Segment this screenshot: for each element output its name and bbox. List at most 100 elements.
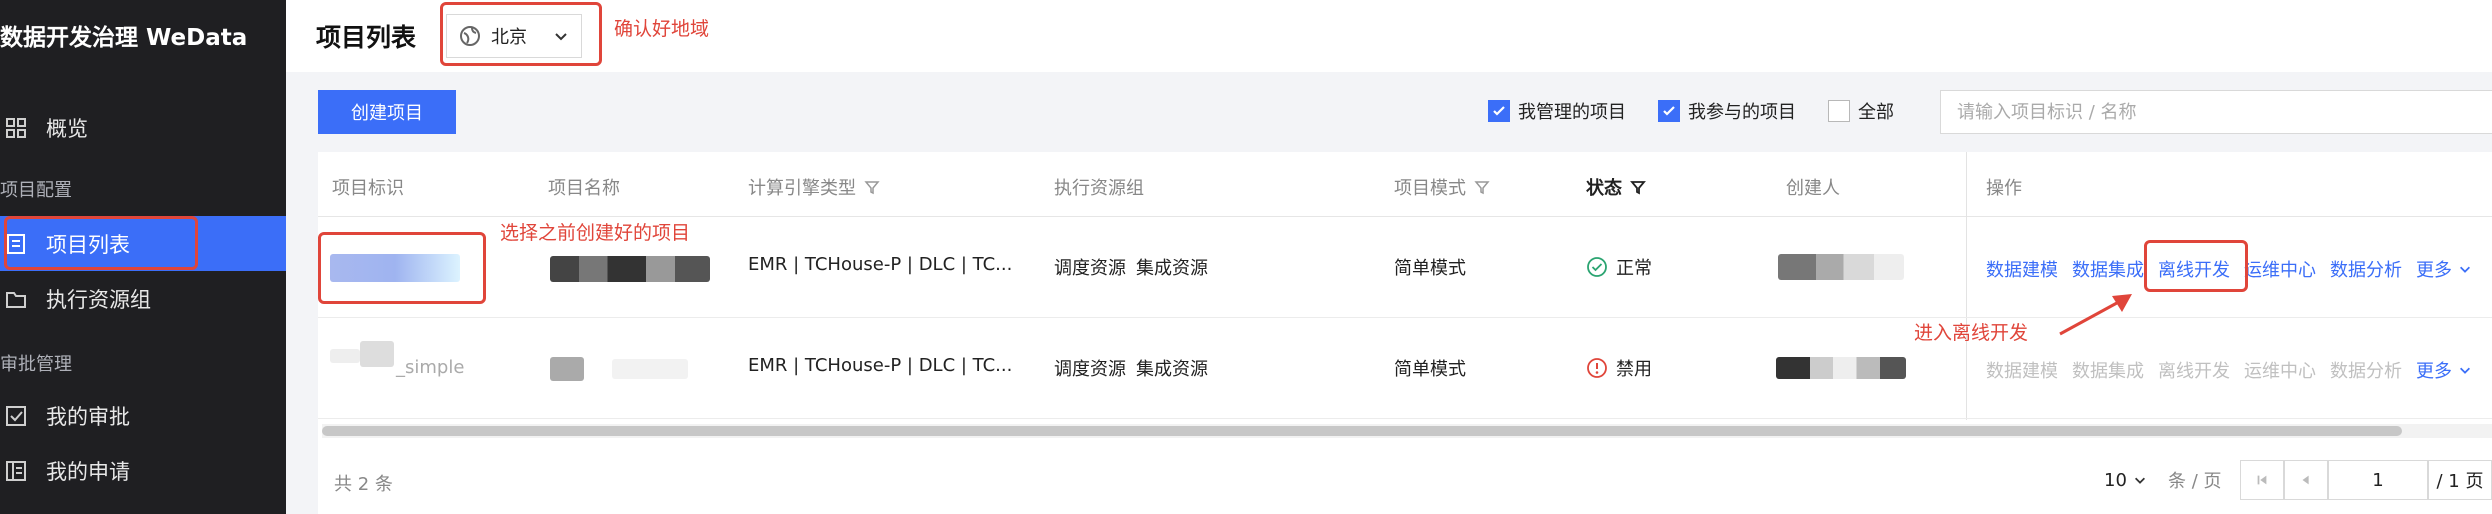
action-data-analysis[interactable]: 数据分析 xyxy=(2330,256,2402,282)
checkbox-unchecked-icon xyxy=(1828,100,1850,122)
col-project-id: 项目标识 xyxy=(332,178,404,199)
sidebar-item-my-request[interactable]: 我的申请 xyxy=(0,443,286,498)
col-status[interactable]: 状态 xyxy=(1586,174,1646,200)
page-number-input[interactable] xyxy=(2328,460,2428,500)
check-circle-icon xyxy=(1586,256,1608,278)
horizontal-scrollbar[interactable] xyxy=(322,426,2402,436)
action-data-integration[interactable]: 数据集成 xyxy=(2072,256,2144,282)
col-engine-type-label: 计算引擎类型 xyxy=(748,178,856,199)
resource-group: 调度资源 集成资源 xyxy=(1054,355,1208,381)
action-ops-center: 运维中心 xyxy=(2244,361,2316,382)
sidebar-item-label: 我的审批 xyxy=(46,404,130,429)
resource-tag: 调度资源 xyxy=(1054,359,1126,380)
project-table: 项目标识 项目名称 计算引擎类型 执行资源组 项目模式 状态 创建人 操作 EM… xyxy=(318,152,2492,514)
chevron-down-icon xyxy=(2458,363,2472,377)
page-size-unit: 条 / 页 xyxy=(2168,471,2222,492)
creator-redacted xyxy=(1776,357,1906,379)
app-title: 数据开发治理 WeData xyxy=(0,25,248,51)
action-more-label: 更多 xyxy=(2416,361,2452,382)
creator-redacted xyxy=(1778,254,1904,280)
resource-tag: 调度资源 xyxy=(1054,258,1126,279)
sidebar-item-label: 执行资源组 xyxy=(46,287,151,312)
annotation-box-project xyxy=(318,232,486,304)
filter-label: 全部 xyxy=(1858,102,1894,123)
status-badge: 正常 xyxy=(1586,254,1652,280)
engine-type: EMR | TCHouse-P | DLC | TC... xyxy=(748,254,1013,275)
first-page-icon xyxy=(2255,473,2269,487)
annotation-box-region xyxy=(440,2,602,66)
col-engine-type[interactable]: 计算引擎类型 xyxy=(748,174,880,200)
filter-icon[interactable] xyxy=(1630,179,1646,195)
table-header: 项目标识 项目名称 计算引擎类型 执行资源组 项目模式 状态 创建人 操作 xyxy=(318,152,2492,217)
filter-all-checkbox[interactable]: 全部 xyxy=(1828,98,1894,124)
action-more-label: 更多 xyxy=(2416,260,2452,281)
col-status-label: 状态 xyxy=(1586,178,1622,199)
total-count: 共 2 条 xyxy=(334,474,393,495)
filter-icon[interactable] xyxy=(864,179,880,195)
resource-tag: 集成资源 xyxy=(1136,359,1208,380)
col-creator: 创建人 xyxy=(1786,178,1840,199)
project-id-redacted xyxy=(330,349,360,363)
project-name-redacted xyxy=(550,357,584,381)
table-row: _simple EMR | TCHouse-P | DLC | TC... 调度… xyxy=(318,319,2492,419)
sidebar-item-my-approval[interactable]: 我的审批 xyxy=(0,388,286,443)
status-text: 禁用 xyxy=(1616,359,1652,380)
action-offline-development: 离线开发 xyxy=(2158,361,2230,382)
col-project-mode-label: 项目模式 xyxy=(1394,178,1466,199)
page-size-select[interactable]: 10 xyxy=(2104,460,2147,500)
nav-section-approval: 审批管理 xyxy=(0,354,72,375)
nav-section-project-config: 项目配置 xyxy=(0,180,72,201)
action-ops-center[interactable]: 运维中心 xyxy=(2244,256,2316,282)
annotation-box-project-list xyxy=(4,216,198,270)
chevron-down-icon xyxy=(2133,473,2147,487)
action-data-analysis: 数据分析 xyxy=(2330,361,2402,382)
status-text: 正常 xyxy=(1616,258,1652,279)
annotation-arrow-icon xyxy=(2059,294,2132,336)
folder-icon xyxy=(4,287,28,311)
create-project-button[interactable]: 创建项目 xyxy=(318,90,456,134)
alert-circle-icon xyxy=(1586,357,1608,379)
col-project-name: 项目名称 xyxy=(548,178,620,199)
page-title: 项目列表 xyxy=(316,23,417,52)
project-mode: 简单模式 xyxy=(1394,258,1466,279)
resource-group: 调度资源 集成资源 xyxy=(1054,254,1208,280)
prev-page-icon xyxy=(2299,473,2313,487)
resource-tag: 集成资源 xyxy=(1136,258,1208,279)
action-data-modeling: 数据建模 xyxy=(1986,361,2058,382)
project-mode: 简单模式 xyxy=(1394,359,1466,380)
prev-page-button[interactable] xyxy=(2284,460,2328,500)
col-resource-group: 执行资源组 xyxy=(1054,178,1144,199)
engine-type: EMR | TCHouse-P | DLC | TC... xyxy=(748,355,1013,376)
col-project-mode[interactable]: 项目模式 xyxy=(1394,174,1490,200)
checkbox-checked-icon xyxy=(1658,100,1680,122)
checkbox-checked-icon xyxy=(1488,100,1510,122)
page-size-value: 10 xyxy=(2104,469,2127,491)
first-page-button[interactable] xyxy=(2240,460,2284,500)
project-id-redacted xyxy=(360,341,394,367)
action-data-modeling[interactable]: 数据建模 xyxy=(1986,256,2058,282)
project-name-redacted xyxy=(550,256,710,282)
annotation-offline-note: 进入离线开发 xyxy=(1914,322,2029,344)
col-actions: 操作 xyxy=(1986,178,2022,199)
filter-managed-checkbox[interactable]: 我管理的项目 xyxy=(1488,98,1626,124)
sidebar-item-overview[interactable]: 概览 xyxy=(0,100,286,155)
filter-label: 我参与的项目 xyxy=(1688,102,1796,123)
list-icon xyxy=(4,459,28,483)
action-more[interactable]: 更多 xyxy=(2416,357,2472,383)
sidebar-item-label: 概览 xyxy=(46,116,88,141)
filter-label: 我管理的项目 xyxy=(1518,102,1626,123)
grid-icon xyxy=(4,116,28,140)
project-id-fragment[interactable]: _simple xyxy=(396,357,464,378)
action-more[interactable]: 更多 xyxy=(2416,256,2472,282)
filter-icon[interactable] xyxy=(1474,179,1490,195)
annotation-region-note: 确认好地域 xyxy=(614,18,710,40)
total-pages: / 1 页 xyxy=(2428,460,2492,500)
status-badge: 禁用 xyxy=(1586,355,1652,381)
annotation-box-offline-dev xyxy=(2144,240,2248,292)
action-data-integration: 数据集成 xyxy=(2072,361,2144,382)
search-input[interactable] xyxy=(1940,90,2492,134)
sidebar-item-label: 我的申请 xyxy=(46,459,130,484)
sidebar-item-resource-group[interactable]: 执行资源组 xyxy=(0,271,286,326)
chevron-down-icon xyxy=(2458,262,2472,276)
filter-participated-checkbox[interactable]: 我参与的项目 xyxy=(1658,98,1796,124)
